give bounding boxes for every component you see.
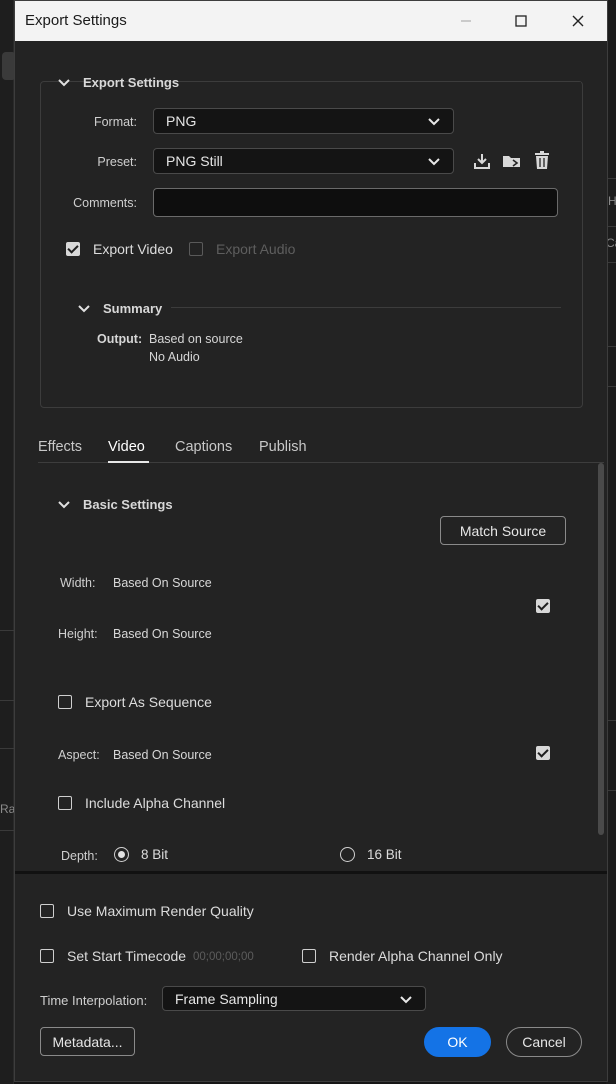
export-audio-label: Export Audio — [216, 241, 296, 257]
preset-label: Preset: — [97, 155, 137, 169]
summary-header[interactable]: Summary — [77, 301, 162, 316]
include-alpha-label: Include Alpha Channel — [85, 795, 226, 811]
minimize-button[interactable] — [443, 1, 489, 41]
output-line-1: Based on source — [149, 332, 243, 346]
background-divider — [0, 830, 14, 831]
chevron-down-icon — [77, 302, 91, 316]
summary-rule — [171, 307, 561, 308]
include-alpha-checkbox[interactable] — [58, 796, 72, 810]
heading-gap — [191, 82, 581, 83]
comments-input[interactable] — [153, 188, 558, 217]
aspect-label: Aspect: — [58, 748, 100, 762]
export-settings-dialog: Export Settings Export Settings Format: … — [14, 0, 608, 1082]
window-title: Export Settings — [25, 12, 127, 29]
comments-label: Comments: — [73, 196, 137, 210]
height-value[interactable]: Based On Source — [113, 627, 212, 641]
panel-divider — [15, 871, 607, 874]
folder-icon — [503, 156, 520, 167]
time-interpolation-dropdown[interactable]: Frame Sampling — [162, 986, 426, 1011]
output-label: Output: — [97, 332, 143, 346]
start-timecode-checkbox[interactable] — [40, 949, 54, 963]
tab-captions[interactable]: Captions — [175, 439, 232, 455]
export-sequence-checkbox[interactable] — [58, 695, 72, 709]
time-interpolation-label: Time Interpolation: — [40, 993, 148, 1008]
width-label: Width: — [60, 576, 96, 590]
background-divider — [0, 748, 14, 749]
close-button[interactable] — [555, 1, 601, 41]
background-divider — [0, 700, 14, 701]
aspect-checkbox[interactable] — [536, 746, 550, 760]
width-value[interactable]: Based On Source — [113, 576, 212, 590]
save-preset-button[interactable] — [501, 150, 523, 172]
trash-icon — [535, 151, 549, 169]
export-audio-checkbox[interactable] — [189, 242, 203, 256]
output-line-2: No Audio — [149, 350, 200, 364]
export-settings-heading: Export Settings — [83, 75, 180, 90]
basic-settings-heading: Basic Settings — [83, 497, 173, 512]
time-interpolation-value: Frame Sampling — [175, 990, 278, 1007]
cancel-button[interactable]: Cancel — [506, 1027, 582, 1057]
start-timecode-value[interactable]: 00;00;00;00 — [193, 951, 254, 963]
height-label: Height: — [58, 627, 98, 641]
tab-publish[interactable]: Publish — [259, 439, 307, 455]
aspect-value[interactable]: Based On Source — [113, 748, 212, 762]
tab-video[interactable]: Video — [108, 439, 145, 455]
export-video-checkbox[interactable] — [66, 242, 80, 256]
max-render-quality-label: Use Maximum Render Quality — [67, 903, 254, 919]
maximize-button[interactable] — [498, 1, 544, 41]
background-divider — [0, 630, 14, 631]
depth-8bit-radio[interactable] — [114, 847, 129, 862]
tab-effects[interactable]: Effects — [38, 439, 82, 455]
chevron-down-icon — [57, 76, 71, 90]
minimize-icon — [461, 20, 471, 22]
export-sequence-label: Export As Sequence — [85, 694, 212, 710]
active-tab-indicator — [108, 461, 149, 463]
render-alpha-only-label: Render Alpha Channel Only — [329, 948, 503, 964]
depth-16bit-radio[interactable] — [340, 847, 355, 862]
basic-settings-header[interactable]: Basic Settings — [57, 497, 173, 512]
format-value: PNG — [166, 113, 197, 129]
delete-preset-button[interactable] — [531, 149, 553, 171]
maximize-icon — [515, 15, 527, 27]
match-source-button[interactable]: Match Source — [440, 516, 566, 545]
format-label: Format: — [93, 115, 137, 129]
ok-button[interactable]: OK — [424, 1027, 491, 1057]
format-dropdown[interactable]: PNG — [153, 108, 454, 134]
preset-dropdown[interactable]: PNG Still — [153, 148, 454, 174]
export-settings-header[interactable]: Export Settings — [57, 75, 179, 90]
chevron-down-icon — [399, 991, 415, 1007]
import-preset-button[interactable] — [471, 150, 493, 172]
close-icon — [572, 15, 584, 27]
link-dimensions-checkbox[interactable] — [536, 599, 550, 613]
max-render-quality-checkbox[interactable] — [40, 904, 54, 918]
background-app-left-edge — [0, 0, 14, 1084]
preset-value: PNG Still — [166, 153, 223, 169]
chevron-down-icon — [57, 498, 71, 512]
depth-label: Depth: — [61, 849, 98, 863]
export-video-label: Export Video — [93, 241, 173, 257]
import-preset-icon — [474, 154, 490, 169]
chevron-down-icon — [427, 153, 443, 169]
title-bar[interactable]: Export Settings — [15, 1, 607, 41]
chevron-down-icon — [427, 113, 443, 129]
start-timecode-label: Set Start Timecode — [67, 948, 187, 964]
background-text: H — [608, 194, 616, 208]
depth-8bit-label: 8 Bit — [141, 847, 169, 862]
summary-heading: Summary — [103, 301, 163, 316]
metadata-button[interactable]: Metadata... — [40, 1027, 135, 1056]
video-scrollbar-thumb[interactable] — [598, 463, 604, 835]
depth-16bit-label: 16 Bit — [367, 847, 402, 862]
render-alpha-only-checkbox[interactable] — [302, 949, 316, 963]
